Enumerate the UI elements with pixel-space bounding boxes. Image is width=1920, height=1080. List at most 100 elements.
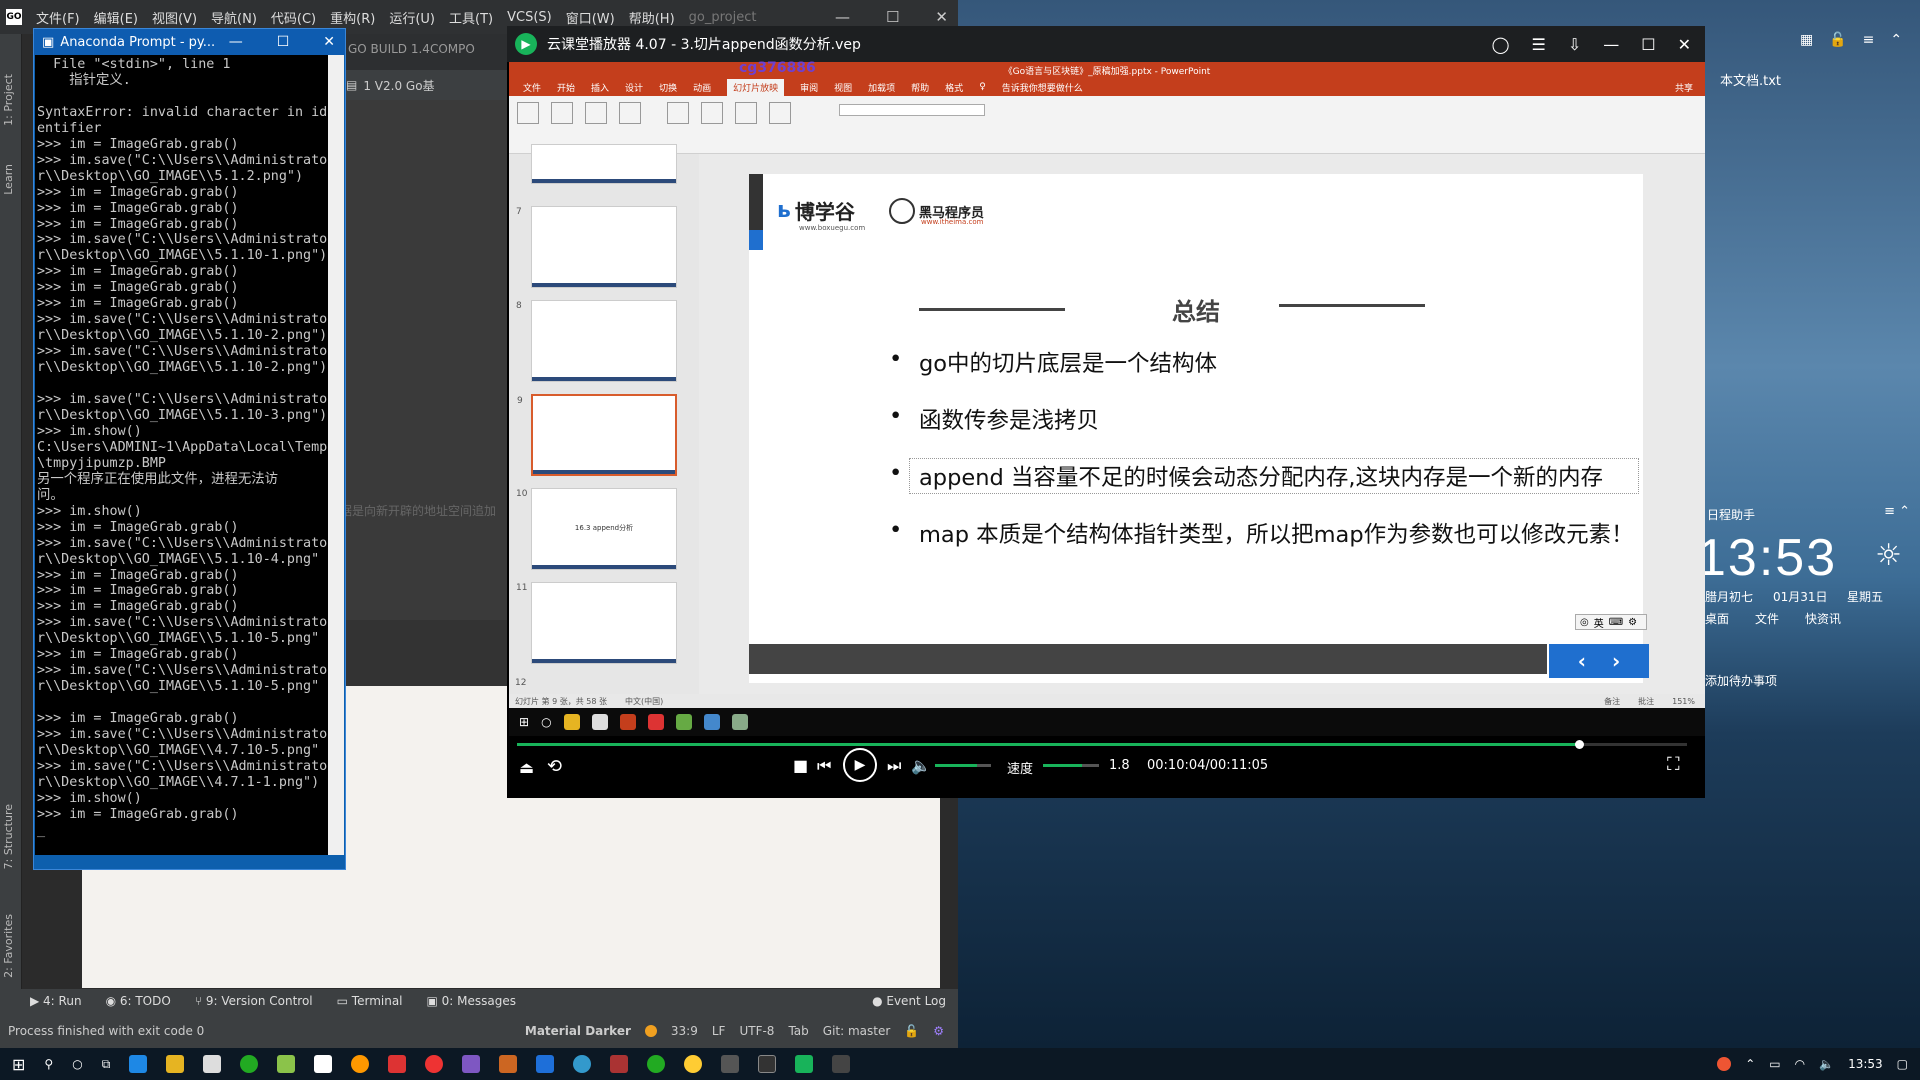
vcs-tab[interactable]: ⑂ 9: Version Control [195, 994, 313, 1008]
grid-icon[interactable]: ▦ [1800, 32, 1813, 48]
share-button[interactable]: 共享 [1675, 81, 1705, 94]
progress-handle[interactable] [1575, 740, 1585, 749]
minimize-icon[interactable]: — [835, 8, 850, 26]
eject-icon[interactable]: ⏏ [519, 758, 534, 777]
ppt-tab[interactable]: 视图 [834, 81, 852, 94]
terminal-icon[interactable] [721, 1055, 740, 1073]
rehearse-icon[interactable] [735, 102, 757, 124]
todo-add[interactable]: 添加待办事项 [1705, 672, 1777, 689]
ppt-tab[interactable]: 加载项 [868, 81, 895, 94]
chevron-up-icon[interactable]: ⌃ [1745, 1057, 1755, 1071]
project-tool-tab[interactable]: 1: Project [2, 74, 15, 126]
terminal-tab[interactable]: ▭ Terminal [337, 994, 403, 1008]
app-icon[interactable] [703, 714, 720, 730]
favorites-tool-tab[interactable]: 2: Favorites [2, 914, 15, 978]
widget-menu-icon[interactable]: ≡ ⌃ [1884, 504, 1910, 519]
explorer-icon[interactable] [166, 1055, 185, 1073]
lock-icon[interactable]: 🔓 [904, 1024, 919, 1038]
prev-slide-button[interactable]: ‹ [1578, 649, 1586, 673]
widget-link-news[interactable]: 快资讯 [1805, 610, 1841, 627]
volume-icon[interactable]: 🔈 [1819, 1057, 1834, 1071]
ppt-tab[interactable]: 文件 [523, 81, 541, 94]
task-view-icon[interactable]: ⧉ [102, 1057, 111, 1072]
menu-help[interactable]: 帮助(H) [629, 8, 675, 27]
custom-show-icon[interactable] [619, 102, 641, 124]
ppt-tab[interactable]: 动画 [693, 81, 711, 94]
speed-slider[interactable] [1043, 764, 1099, 767]
structure-tool-tab[interactable]: 7: Structure [2, 804, 15, 869]
ppt-tab[interactable]: 开始 [557, 81, 575, 94]
progress-bar[interactable] [517, 740, 1687, 749]
notes-app-icon[interactable] [591, 714, 608, 730]
widget-link-file[interactable]: 文件 [1755, 610, 1779, 627]
monitor-select[interactable] [839, 104, 985, 116]
settings-icon[interactable]: ⚙ [1628, 617, 1637, 628]
present-online-icon[interactable] [585, 102, 607, 124]
app-icon[interactable] [425, 1055, 444, 1073]
run-tab[interactable]: ▶ 4: Run [30, 994, 82, 1008]
maximize-icon[interactable]: ☐ [886, 8, 899, 26]
ppt-tab[interactable]: 帮助 [911, 81, 929, 94]
menu-vcs[interactable]: VCS(S) [507, 10, 552, 25]
cortana-icon[interactable]: ○ [72, 1057, 82, 1071]
fullscreen-icon[interactable]: ⛶ [1667, 754, 1680, 775]
tell-me-search[interactable]: 告诉我你想要做什么 [1002, 81, 1083, 94]
app-icon[interactable] [731, 714, 748, 730]
download-icon[interactable]: ⇩ [1568, 35, 1581, 54]
search-icon[interactable]: ⚲ [44, 1057, 53, 1071]
desktop-file-label[interactable]: 本文档.txt [1720, 70, 1781, 89]
learn-tool-tab[interactable]: Learn [2, 164, 15, 195]
wifi-icon[interactable]: ◠ [1795, 1057, 1805, 1071]
ppt-tab[interactable]: 格式 [945, 81, 963, 94]
search-icon[interactable]: ○ [541, 715, 551, 729]
lock-icon[interactable]: 🔓 [1829, 32, 1846, 48]
slideshow-current-icon[interactable] [551, 102, 573, 124]
app-icon[interactable] [684, 1055, 703, 1073]
build-tab[interactable]: GO BUILD 1.4COMPO [340, 34, 508, 70]
app-icon[interactable] [573, 1055, 592, 1073]
repeat-icon[interactable]: ⟲ [547, 756, 562, 777]
collapse-icon[interactable]: ⌃ [1890, 32, 1902, 48]
xmind-icon[interactable] [388, 1055, 407, 1073]
slide-thumbnail[interactable]: 11 [516, 582, 677, 664]
event-log-tab[interactable]: ● Event Log [872, 994, 958, 1008]
hide-slide-icon[interactable] [701, 102, 723, 124]
close-icon[interactable]: ✕ [935, 8, 948, 26]
app-icon[interactable] [610, 1055, 629, 1073]
document-icon[interactable] [314, 1055, 333, 1073]
menu-tools[interactable]: 工具(T) [449, 8, 493, 27]
line-ending[interactable]: LF [712, 1024, 726, 1038]
todo-tab[interactable]: ◉ 6: TODO [106, 994, 171, 1008]
editor-area[interactable] [340, 100, 508, 620]
git-branch[interactable]: Git: master [823, 1024, 891, 1038]
close-icon[interactable]: ✕ [1678, 35, 1691, 54]
taskbar-clock[interactable]: 13:53 [1848, 1057, 1883, 1071]
ime-mode[interactable]: 英 [1594, 615, 1604, 630]
menu-run[interactable]: 运行(U) [389, 8, 435, 27]
volume-icon[interactable]: 🔈 [911, 756, 931, 775]
slide-thumbnail[interactable] [531, 144, 677, 184]
menu-edit[interactable]: 编辑(E) [94, 8, 138, 27]
visual-studio-icon[interactable] [462, 1055, 481, 1073]
close-icon[interactable]: ✕ [323, 34, 335, 50]
mail-icon[interactable] [203, 1055, 222, 1073]
keyboard-icon[interactable]: ⌨ [1609, 617, 1623, 628]
slide-canvas[interactable]: ь 博学谷 www.boxuegu.com 黑马程序员 www.itheima.… [749, 174, 1649, 683]
menu-file[interactable]: 文件(F) [36, 8, 80, 27]
slide-thumbnail[interactable]: 10 16.3 append分析 [516, 488, 677, 570]
ppt-tab-active[interactable]: 幻灯片放映 [727, 78, 785, 96]
maximize-icon[interactable]: ☐ [277, 34, 290, 50]
zoom-level[interactable]: 151% [1672, 697, 1705, 706]
notepad-icon[interactable] [277, 1055, 296, 1073]
slide-thumbnail[interactable]: 7 [516, 206, 677, 288]
widget-link-desktop[interactable]: 桌面 [1705, 610, 1729, 627]
setup-show-icon[interactable] [667, 102, 689, 124]
volume-slider[interactable] [935, 764, 991, 767]
minimize-icon[interactable]: — [229, 34, 243, 50]
ppt-tab[interactable]: 插入 [591, 81, 609, 94]
menu-code[interactable]: 代码(C) [271, 8, 316, 27]
windows-icon[interactable]: ⊞ [519, 715, 529, 729]
user-icon[interactable]: ◯ [1492, 35, 1510, 54]
settings-icon[interactable]: ⚙ [933, 1024, 944, 1038]
comments-button[interactable]: 批注 [1638, 696, 1654, 707]
